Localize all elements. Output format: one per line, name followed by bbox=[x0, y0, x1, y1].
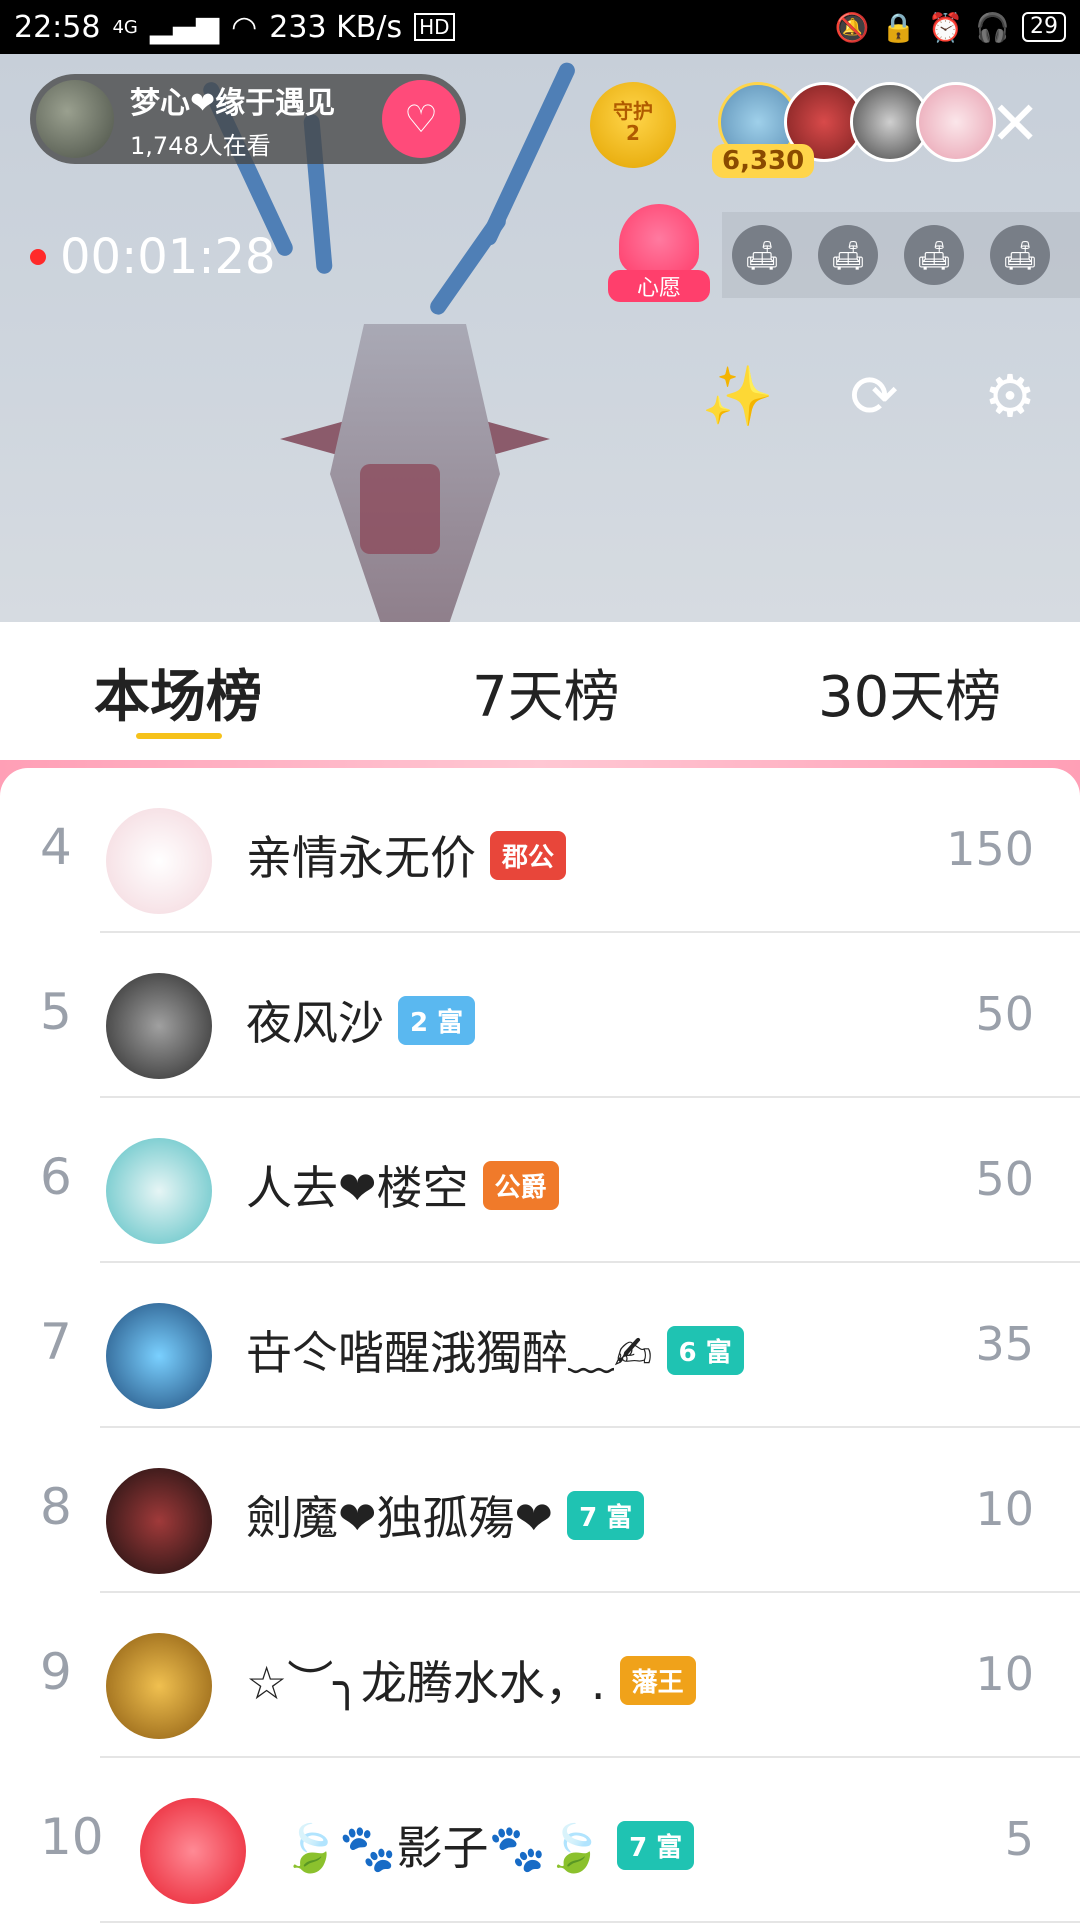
user-avatar[interactable] bbox=[106, 973, 212, 1079]
mute-bell-icon: 🔕 bbox=[834, 10, 870, 44]
speed-text: 233 KB/s bbox=[269, 9, 403, 45]
user-avatar[interactable] bbox=[140, 1798, 246, 1904]
seat-sofa-icon[interactable]: 🛋 bbox=[732, 225, 792, 285]
user-avatar[interactable] bbox=[106, 1303, 212, 1409]
list-item[interactable]: 5 夜风沙 2 富 50 bbox=[0, 933, 1080, 1098]
user-avatar[interactable] bbox=[106, 808, 212, 914]
score-value: 50 bbox=[975, 987, 1034, 1041]
seat-sofa-icon[interactable]: 🛋 bbox=[990, 225, 1050, 285]
headphones-icon: 🎧 bbox=[975, 10, 1010, 44]
live-video[interactable]: 梦心❤缘于遇见 1,748人在看 ♡ 守护 2 6,330 ✕ 00:01:28… bbox=[0, 54, 1080, 622]
status-time: 22:58 bbox=[14, 9, 101, 45]
rank-number: 5 bbox=[40, 983, 72, 1041]
deer-nose-shape bbox=[360, 464, 440, 554]
score-value: 50 bbox=[975, 1152, 1034, 1206]
recording-time: 00:01:28 bbox=[60, 229, 276, 285]
watching-count: 1,748人在看 bbox=[130, 131, 271, 160]
list-item[interactable]: 7 卋仒喈醒涐獨醉﹏✍ 6 富 35 bbox=[0, 1263, 1080, 1428]
list-item[interactable]: 9 ☆︶╮龙腾水水，. 藩王 10 bbox=[0, 1593, 1080, 1758]
recording-timer: 00:01:28 bbox=[30, 229, 276, 285]
active-tab-indicator bbox=[136, 733, 222, 739]
user-name: 劍魔❤独孤殤❤ bbox=[246, 1491, 554, 1545]
magic-wand-icon[interactable]: ✨ bbox=[696, 354, 780, 438]
rank-badge: 2 富 bbox=[398, 995, 476, 1045]
list-item[interactable]: 4 亲情永无价 郡公 150 bbox=[0, 768, 1080, 933]
tab-this-session[interactable]: 本场榜 bbox=[94, 652, 262, 733]
user-name: 🍃🐾影子🐾🍃 bbox=[282, 1821, 604, 1875]
user-name: 亲情永无价 bbox=[246, 831, 476, 885]
ranking-list: 4 亲情永无价 郡公 150 5 夜风沙 2 富 50 6 人去❤楼空 公爵 5… bbox=[0, 768, 1080, 1923]
antler-right2-shape bbox=[427, 210, 509, 318]
guard-count: 2 bbox=[626, 121, 640, 145]
list-item[interactable]: 10 🍃🐾影子🐾🍃 7 富 5 bbox=[0, 1758, 1080, 1923]
score-value: 150 bbox=[946, 822, 1034, 876]
anchor-avatar[interactable] bbox=[36, 80, 114, 158]
user-avatar[interactable] bbox=[106, 1468, 212, 1574]
rank-badge: 6 富 bbox=[666, 1325, 744, 1375]
coin-count: 6,330 bbox=[712, 144, 815, 178]
rank-number: 6 bbox=[40, 1148, 72, 1206]
battery-level: 29 bbox=[1022, 12, 1066, 42]
settings-gear-icon[interactable]: ⚙ bbox=[968, 354, 1052, 438]
guard-badge[interactable]: 守护 2 bbox=[590, 82, 676, 168]
network-type: 4G bbox=[112, 16, 138, 38]
follow-button[interactable]: ♡ bbox=[382, 80, 460, 158]
rank-number: 7 bbox=[40, 1313, 72, 1371]
recording-dot-icon bbox=[30, 249, 46, 265]
rank-badge: 7 富 bbox=[567, 1490, 645, 1540]
rank-badge: 公爵 bbox=[482, 1160, 559, 1210]
score-value: 35 bbox=[975, 1317, 1034, 1371]
mic-seats: 🛋 🛋 🛋 🛋 bbox=[722, 212, 1080, 298]
user-name: ☆︶╮龙腾水水，. bbox=[246, 1656, 606, 1710]
alarm-icon: ⏰ bbox=[928, 10, 964, 44]
user-avatar[interactable] bbox=[106, 1138, 212, 1244]
user-name: 卋仒喈醒涐獨醉﹏✍ bbox=[246, 1326, 653, 1380]
score-value: 5 bbox=[1004, 1812, 1034, 1866]
status-bar: 22:58 4G ▂▄▆ ◠ 233 KB/s HD 🔕 🔒 ⏰ 🎧 29 bbox=[0, 0, 1080, 54]
heart-plus-icon: ♡ bbox=[403, 97, 439, 141]
wish-button[interactable]: 心愿 bbox=[608, 204, 710, 306]
rank-number: 9 bbox=[40, 1643, 72, 1701]
user-avatar[interactable] bbox=[106, 1633, 212, 1739]
switch-camera-icon[interactable]: ⟳ bbox=[832, 354, 916, 438]
guard-label: 守护 bbox=[613, 99, 653, 123]
rank-badge: 藩王 bbox=[619, 1655, 696, 1705]
rank-number: 4 bbox=[40, 818, 72, 876]
seat-sofa-icon[interactable]: 🛋 bbox=[818, 225, 878, 285]
rank-badge: 7 富 bbox=[617, 1820, 695, 1870]
list-item[interactable]: 8 劍魔❤独孤殤❤ 7 富 10 bbox=[0, 1428, 1080, 1593]
rank-number: 8 bbox=[40, 1478, 72, 1536]
lock-icon: 🔒 bbox=[881, 10, 917, 44]
user-name: 夜风沙 bbox=[246, 996, 384, 1050]
ranking-tabs: 本场榜 7天榜 30天榜 bbox=[0, 622, 1080, 762]
rank-number: 10 bbox=[40, 1808, 104, 1866]
seat-sofa-icon[interactable]: 🛋 bbox=[904, 225, 964, 285]
user-name: 人去❤楼空 bbox=[246, 1161, 469, 1215]
tab-7-days[interactable]: 7天榜 bbox=[472, 652, 620, 733]
anchor-name: 梦心❤缘于遇见 bbox=[130, 85, 336, 121]
score-value: 10 bbox=[975, 1482, 1034, 1536]
rank-badge: 郡公 bbox=[490, 830, 567, 880]
wish-label: 心愿 bbox=[608, 270, 710, 302]
wifi-icon: ◠ bbox=[231, 9, 258, 45]
signal-icon: ▂▄▆ bbox=[149, 9, 220, 45]
anchor-info-pill[interactable]: 梦心❤缘于遇见 1,748人在看 ♡ bbox=[30, 74, 466, 164]
list-item[interactable]: 6 人去❤楼空 公爵 50 bbox=[0, 1098, 1080, 1263]
tab-30-days[interactable]: 30天榜 bbox=[818, 652, 1001, 733]
score-value: 10 bbox=[975, 1647, 1034, 1701]
close-icon[interactable]: ✕ bbox=[990, 94, 1040, 154]
wish-heart-icon bbox=[619, 204, 699, 274]
viewer-avatar[interactable] bbox=[916, 82, 996, 162]
hd-badge: HD bbox=[414, 13, 455, 41]
